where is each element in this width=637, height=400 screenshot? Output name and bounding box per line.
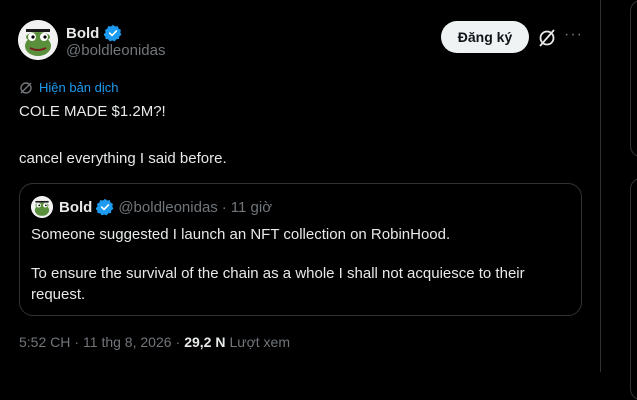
author-name[interactable]: Bold — [66, 25, 99, 42]
verified-badge-icon — [104, 24, 122, 42]
quoted-avatar[interactable] — [31, 196, 53, 218]
author-name-row[interactable]: Bold — [66, 24, 122, 42]
tweet-text-line: cancel everything I said before. — [19, 150, 227, 167]
quoted-time[interactable]: 11 giờ — [231, 199, 272, 216]
quoted-tweet-card[interactable]: Bold @boldleonidas · 11 giờ Someone sugg… — [19, 183, 582, 316]
quoted-author-handle[interactable]: @boldleonidas — [118, 199, 217, 216]
views-label: Lượt xem — [229, 334, 291, 350]
tweet-text-line: COLE MADE $1.2M?! — [19, 103, 166, 120]
more-options-icon[interactable]: ··· — [564, 26, 586, 46]
subscribe-button[interactable]: Đăng ký — [441, 21, 529, 53]
verified-badge-icon — [96, 198, 114, 216]
post-date[interactable]: 11 thg 8, 2026 — [83, 334, 171, 350]
show-translation-link[interactable]: Hiện bản dịch — [19, 80, 119, 95]
quoted-header: Bold @boldleonidas · 11 giờ — [59, 198, 272, 216]
sidebar-card — [630, 0, 637, 157]
show-translation-label[interactable]: Hiện bản dịch — [39, 80, 119, 95]
avatar[interactable] — [18, 20, 58, 60]
author-handle[interactable]: @boldleonidas — [66, 42, 165, 59]
quoted-text-line: To ensure the survival of the chain as a… — [31, 265, 525, 282]
translate-icon — [20, 81, 32, 94]
tweet-meta-row: 5:52 CH · 11 thg 8, 2026 · 29,2 N Lượt x… — [19, 334, 290, 350]
separator-dot: · — [221, 198, 227, 216]
grok-icon[interactable] — [536, 27, 558, 49]
column-divider — [600, 0, 601, 372]
quoted-author-name[interactable]: Bold — [59, 199, 92, 216]
separator-dot: · — [175, 334, 181, 350]
separator-dot: · — [74, 334, 80, 350]
quoted-text-line: request. — [31, 286, 86, 303]
post-time[interactable]: 5:52 CH — [19, 334, 70, 350]
quoted-text-line: Someone suggested I launch an NFT collec… — [31, 226, 451, 243]
views-count: 29,2 N — [184, 334, 226, 350]
sidebar-card — [630, 178, 637, 400]
